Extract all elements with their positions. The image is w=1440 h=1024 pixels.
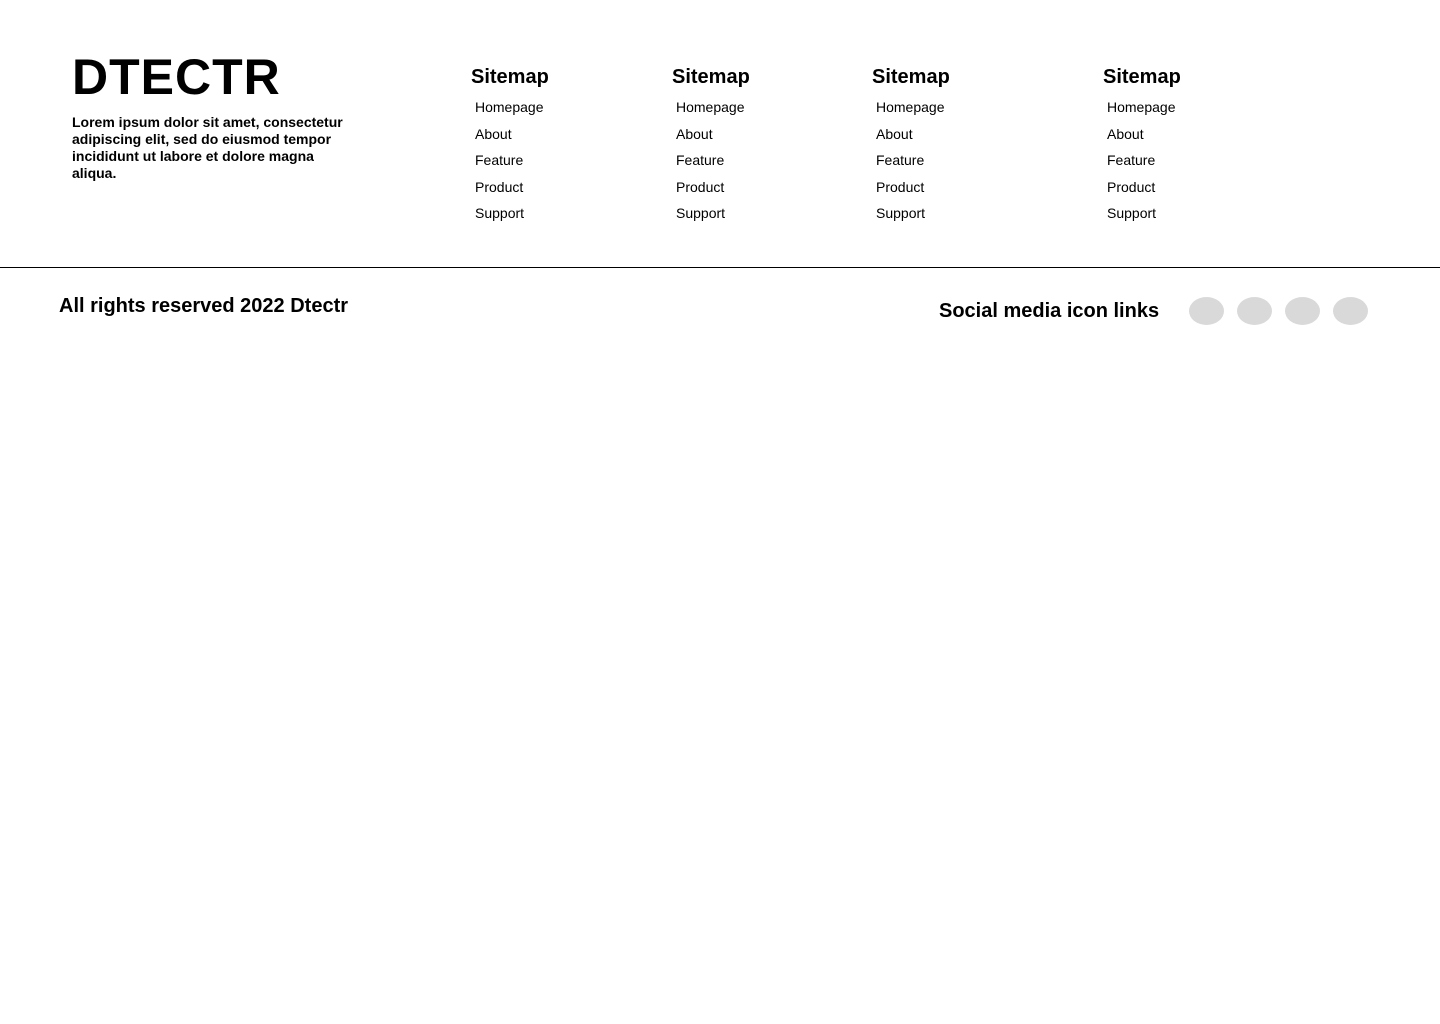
sitemap-link-product[interactable]: Product xyxy=(1107,174,1181,201)
sitemap-links: Homepage About Feature Product Support xyxy=(672,94,750,227)
social-icon[interactable] xyxy=(1237,297,1272,325)
sitemap-link-homepage[interactable]: Homepage xyxy=(676,94,750,121)
copyright-text: All rights reserved 2022 Dtectr xyxy=(59,295,349,317)
social-icon[interactable] xyxy=(1333,297,1368,325)
social-links-label: Social media icon links xyxy=(939,300,1160,322)
sitemap-links: Homepage About Feature Product Support xyxy=(1103,94,1181,227)
sitemap-link-product[interactable]: Product xyxy=(475,174,549,201)
sitemap-title: Sitemap xyxy=(471,66,549,88)
brand-tagline: Lorem ipsum dolor sit amet, consectetur … xyxy=(72,114,343,181)
sitemap-link-feature[interactable]: Feature xyxy=(475,147,549,174)
sitemap-link-homepage[interactable]: Homepage xyxy=(876,94,950,121)
sitemap-link-feature[interactable]: Feature xyxy=(676,147,750,174)
sitemap-link-about[interactable]: About xyxy=(876,121,950,148)
brand-block: DTECTR Lorem ipsum dolor sit amet, conse… xyxy=(72,48,372,182)
sitemap-link-about[interactable]: About xyxy=(475,121,549,148)
sitemap-link-product[interactable]: Product xyxy=(876,174,950,201)
sitemap-link-feature[interactable]: Feature xyxy=(1107,147,1181,174)
social-icons-group xyxy=(1189,297,1368,325)
sitemap-link-about[interactable]: About xyxy=(1107,121,1181,148)
sitemap-link-support[interactable]: Support xyxy=(676,200,750,227)
sitemap-title: Sitemap xyxy=(872,66,950,88)
sitemap-link-product[interactable]: Product xyxy=(676,174,750,201)
sitemap-link-about[interactable]: About xyxy=(676,121,750,148)
sitemap-links: Homepage About Feature Product Support xyxy=(872,94,950,227)
sitemap-link-homepage[interactable]: Homepage xyxy=(1107,94,1181,121)
logo[interactable]: DTECTR xyxy=(72,48,372,106)
footer-page: DTECTR Lorem ipsum dolor sit amet, conse… xyxy=(0,0,1440,1024)
social-icon[interactable] xyxy=(1189,297,1224,325)
sitemap-column-1: Sitemap Homepage About Feature Product S… xyxy=(471,64,549,227)
sitemap-column-2: Sitemap Homepage About Feature Product S… xyxy=(672,64,750,227)
footer-divider xyxy=(0,267,1440,268)
sitemap-link-homepage[interactable]: Homepage xyxy=(475,94,549,121)
sitemap-title: Sitemap xyxy=(672,66,750,88)
social-icon[interactable] xyxy=(1285,297,1320,325)
sitemap-links: Homepage About Feature Product Support xyxy=(471,94,549,227)
sitemap-title: Sitemap xyxy=(1103,66,1181,88)
sitemap-link-support[interactable]: Support xyxy=(475,200,549,227)
sitemap-column-3: Sitemap Homepage About Feature Product S… xyxy=(872,64,950,227)
sitemap-link-support[interactable]: Support xyxy=(1107,200,1181,227)
sitemap-link-feature[interactable]: Feature xyxy=(876,147,950,174)
sitemap-column-4: Sitemap Homepage About Feature Product S… xyxy=(1103,64,1181,227)
sitemap-link-support[interactable]: Support xyxy=(876,200,950,227)
